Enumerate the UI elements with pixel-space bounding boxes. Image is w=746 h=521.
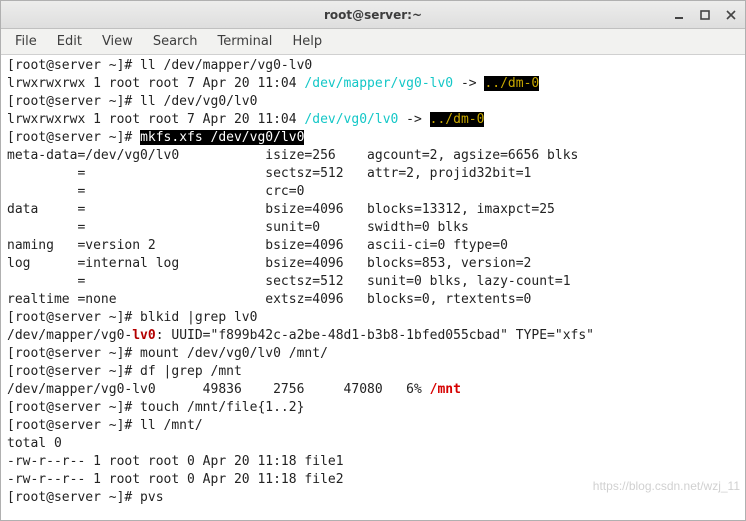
maximize-button[interactable] (696, 6, 714, 24)
term-line: -rw-r--r-- 1 root root 0 Apr 20 11:18 fi… (7, 454, 344, 469)
term-line: [root@server ~]# pvs (7, 490, 164, 505)
window-title: root@server:~ (1, 8, 745, 22)
symlink-path: /dev/vg0/lv0 (304, 112, 398, 127)
term-line: -rw-r--r-- 1 root root 0 Apr 20 11:18 fi… (7, 472, 344, 487)
menu-help[interactable]: Help (284, 31, 330, 52)
term-line: lrwxrwxrwx 1 root root 7 Apr 20 11:04 /d… (7, 76, 539, 91)
symlink-target: ../dm-0 (484, 76, 539, 91)
close-button[interactable] (722, 6, 740, 24)
grep-match: lv0 (132, 328, 155, 343)
term-line: [root@server ~]# df |grep /mnt (7, 364, 242, 379)
term-line: naming =version 2 bsize=4096 ascii-ci=0 … (7, 238, 508, 253)
term-line: [root@server ~]# touch /mnt/file{1..2} (7, 400, 304, 415)
symlink-target: ../dm-0 (430, 112, 485, 127)
menu-file[interactable]: File (7, 31, 45, 52)
menu-search[interactable]: Search (145, 31, 206, 52)
term-line: lrwxrwxrwx 1 root root 7 Apr 20 11:04 /d… (7, 112, 484, 127)
term-line: log =internal log bsize=4096 blocks=853,… (7, 256, 531, 271)
minimize-button[interactable] (670, 6, 688, 24)
menubar: File Edit View Search Terminal Help (1, 29, 745, 55)
term-line: total 0 (7, 436, 62, 451)
term-line: = crc=0 (7, 184, 304, 199)
terminal-window: root@server:~ File Edit View Search Term… (0, 0, 746, 521)
menu-terminal[interactable]: Terminal (209, 31, 280, 52)
term-line: = sunit=0 swidth=0 blks (7, 220, 469, 235)
term-line: [root@server ~]# ll /mnt/ (7, 418, 203, 433)
term-line: [root@server ~]# mount /dev/vg0/lv0 /mnt… (7, 346, 328, 361)
term-line: [root@server ~]# blkid |grep lv0 (7, 310, 257, 325)
term-line: data = bsize=4096 blocks=13312, imaxpct=… (7, 202, 555, 217)
window-buttons (670, 6, 740, 24)
term-line: [root@server ~]# ll /dev/vg0/lv0 (7, 94, 257, 109)
term-line: = sectsz=512 sunit=0 blks, lazy-count=1 (7, 274, 571, 289)
grep-match: /mnt (430, 382, 461, 397)
term-line: meta-data=/dev/vg0/lv0 isize=256 agcount… (7, 148, 578, 163)
term-line: /dev/mapper/vg0-lv0 49836 2756 47080 6% … (7, 382, 461, 397)
term-line: = sectsz=512 attr=2, projid32bit=1 (7, 166, 531, 181)
menu-view[interactable]: View (94, 31, 141, 52)
highlighted-command: mkfs.xfs /dev/vg0/lv0 (140, 130, 304, 145)
symlink-path: /dev/mapper/vg0-lv0 (304, 76, 453, 91)
terminal-content[interactable]: [root@server ~]# ll /dev/mapper/vg0-lv0 … (1, 55, 745, 520)
menu-edit[interactable]: Edit (49, 31, 90, 52)
term-line: [root@server ~]# ll /dev/mapper/vg0-lv0 (7, 58, 312, 73)
titlebar: root@server:~ (1, 1, 745, 29)
term-line: [root@server ~]# mkfs.xfs /dev/vg0/lv0 (7, 130, 304, 145)
term-line: /dev/mapper/vg0-lv0: UUID="f899b42c-a2be… (7, 328, 594, 343)
term-line: realtime =none extsz=4096 blocks=0, rtex… (7, 292, 531, 307)
